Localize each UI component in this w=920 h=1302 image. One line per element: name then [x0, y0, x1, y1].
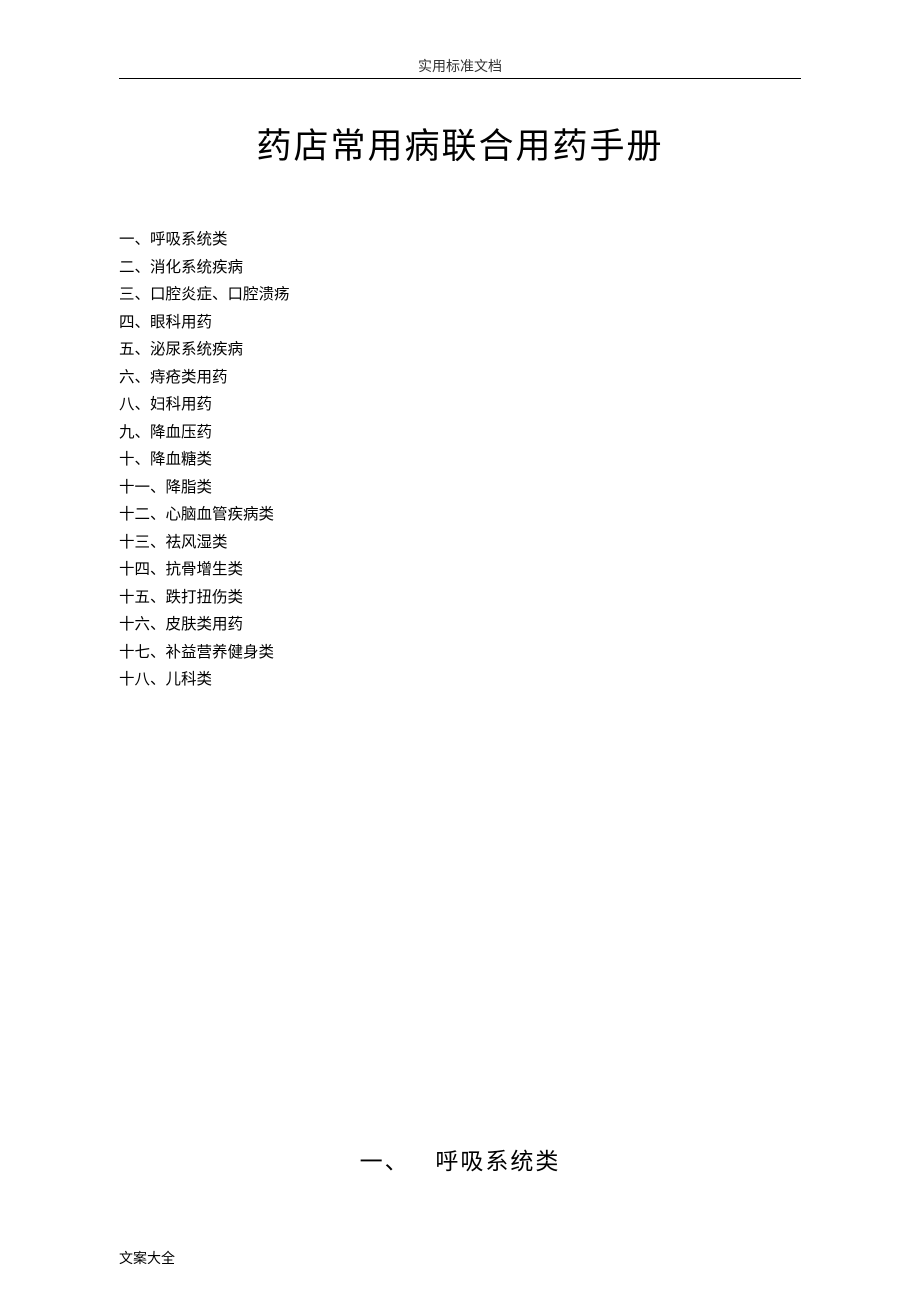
toc-item: 十、降血糖类	[119, 446, 290, 474]
toc-item: 四、眼科用药	[119, 309, 290, 337]
section-title: 呼吸系统类	[435, 1149, 560, 1174]
document-title: 药店常用病联合用药手册	[0, 118, 920, 169]
page-footer: 文案大全	[119, 1248, 175, 1268]
toc-item: 十七、补益营养健身类	[119, 639, 290, 667]
toc-item: 十八、儿科类	[119, 666, 290, 694]
section-heading: 一、 呼吸系统类	[0, 1142, 920, 1176]
toc-item: 二、消化系统疾病	[119, 254, 290, 282]
toc-item: 三、口腔炎症、口腔溃疡	[119, 281, 290, 309]
toc-item: 六、痔疮类用药	[119, 364, 290, 392]
toc-item: 八、妇科用药	[119, 391, 290, 419]
toc-item: 十一、降脂类	[119, 474, 290, 502]
toc-item: 一、呼吸系统类	[119, 226, 290, 254]
toc-item: 十三、祛风湿类	[119, 529, 290, 557]
toc-item: 九、降血压药	[119, 419, 290, 447]
table-of-contents: 一、呼吸系统类 二、消化系统疾病 三、口腔炎症、口腔溃疡 四、眼科用药 五、泌尿…	[119, 226, 290, 694]
header-label: 实用标准文档	[418, 60, 502, 75]
page-header: 实用标准文档	[0, 56, 920, 76]
footer-label: 文案大全	[119, 1252, 175, 1267]
toc-item: 五、泌尿系统疾病	[119, 336, 290, 364]
section-number: 一、	[360, 1149, 410, 1174]
toc-item: 十五、跌打扭伤类	[119, 584, 290, 612]
toc-item: 十六、皮肤类用药	[119, 611, 290, 639]
toc-item: 十四、抗骨增生类	[119, 556, 290, 584]
header-divider	[119, 78, 801, 79]
toc-item: 十二、心脑血管疾病类	[119, 501, 290, 529]
